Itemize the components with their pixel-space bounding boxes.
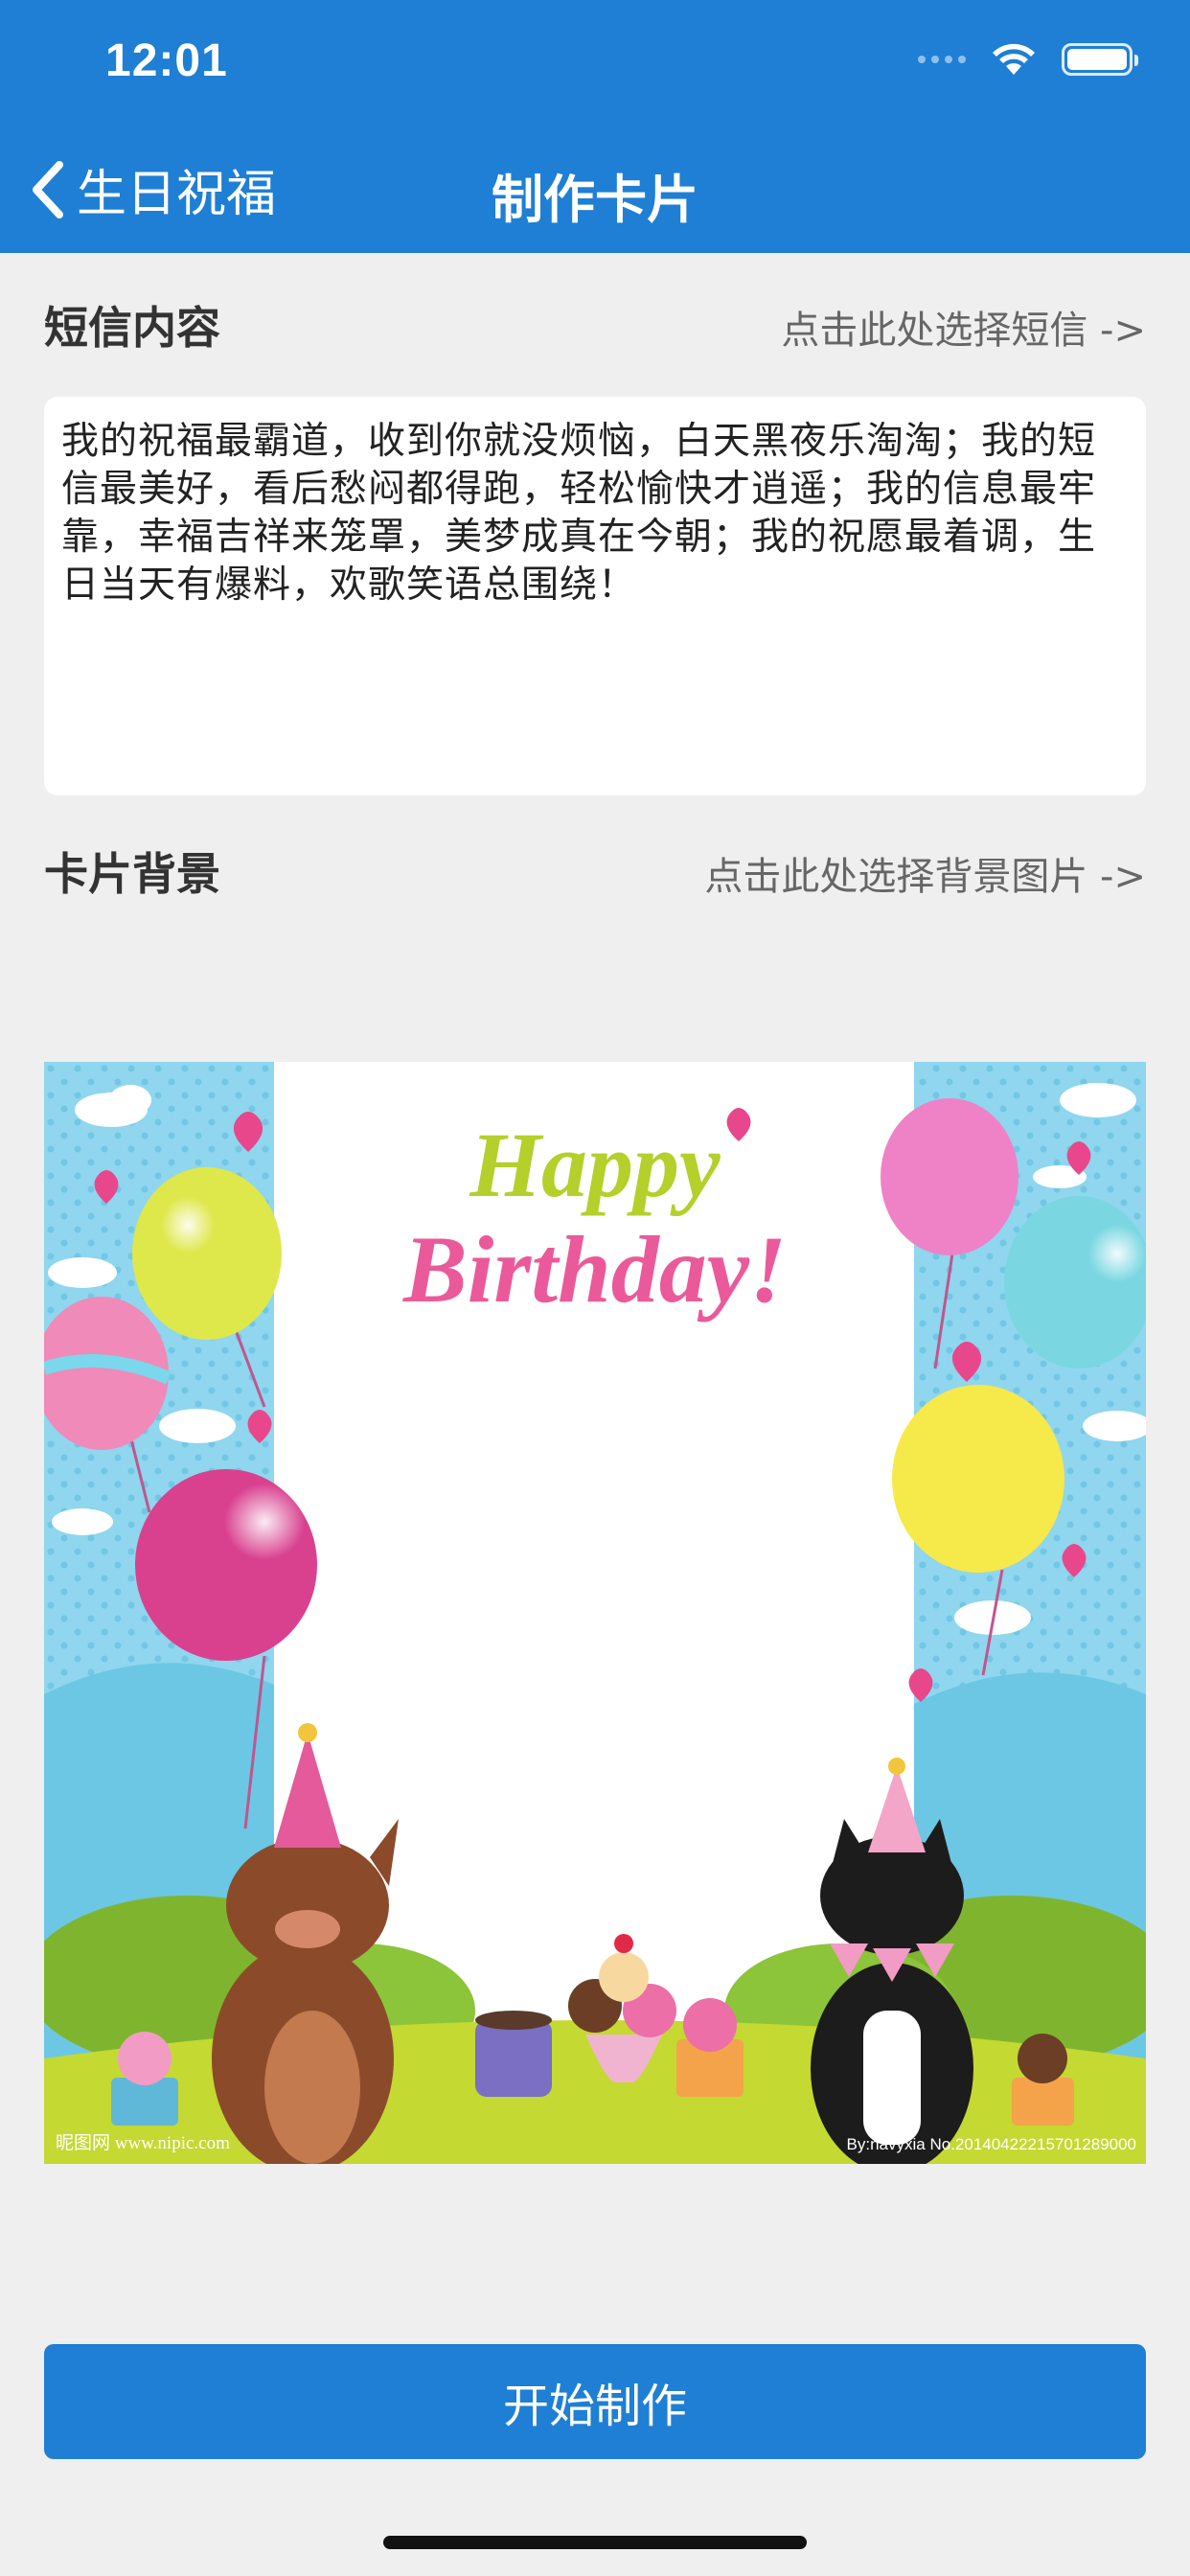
- sms-content-textarea[interactable]: 我的祝福最霸道，收到你就没烦恼，白天黑夜乐淘淘；我的短信最美好，看后愁闷都得跑，…: [44, 397, 1146, 795]
- home-indicator[interactable]: [383, 2536, 807, 2549]
- app-header: 12:01 生日祝福 制作卡片: [0, 0, 1190, 253]
- watermark-right: By:navyxia No.20140422215701289000: [846, 2135, 1136, 2153]
- select-sms-link[interactable]: 点击此处选择短信 ->: [781, 299, 1146, 355]
- sms-section-title: 短信内容: [44, 302, 220, 354]
- svg-text:Happy: Happy: [469, 1114, 721, 1216]
- start-making-button[interactable]: 开始制作: [44, 2344, 1146, 2459]
- wifi-icon: [993, 43, 1035, 75]
- status-icons: [918, 42, 1138, 77]
- battery-icon: [1062, 43, 1138, 76]
- select-background-link[interactable]: 点击此处选择背景图片 ->: [704, 845, 1146, 901]
- card-background-image[interactable]: Happy Birthday! 昵图网 www.nipic.com By:nav…: [44, 1062, 1146, 2164]
- svg-text:Birthday!: Birthday!: [402, 1216, 787, 1322]
- status-time: 12:01: [105, 35, 228, 86]
- background-section-title: 卡片背景: [44, 848, 220, 900]
- watermark-left: 昵图网 www.nipic.com: [56, 2133, 230, 2153]
- cellular-signal-icon: [918, 56, 966, 63]
- page-title: 制作卡片: [492, 170, 698, 230]
